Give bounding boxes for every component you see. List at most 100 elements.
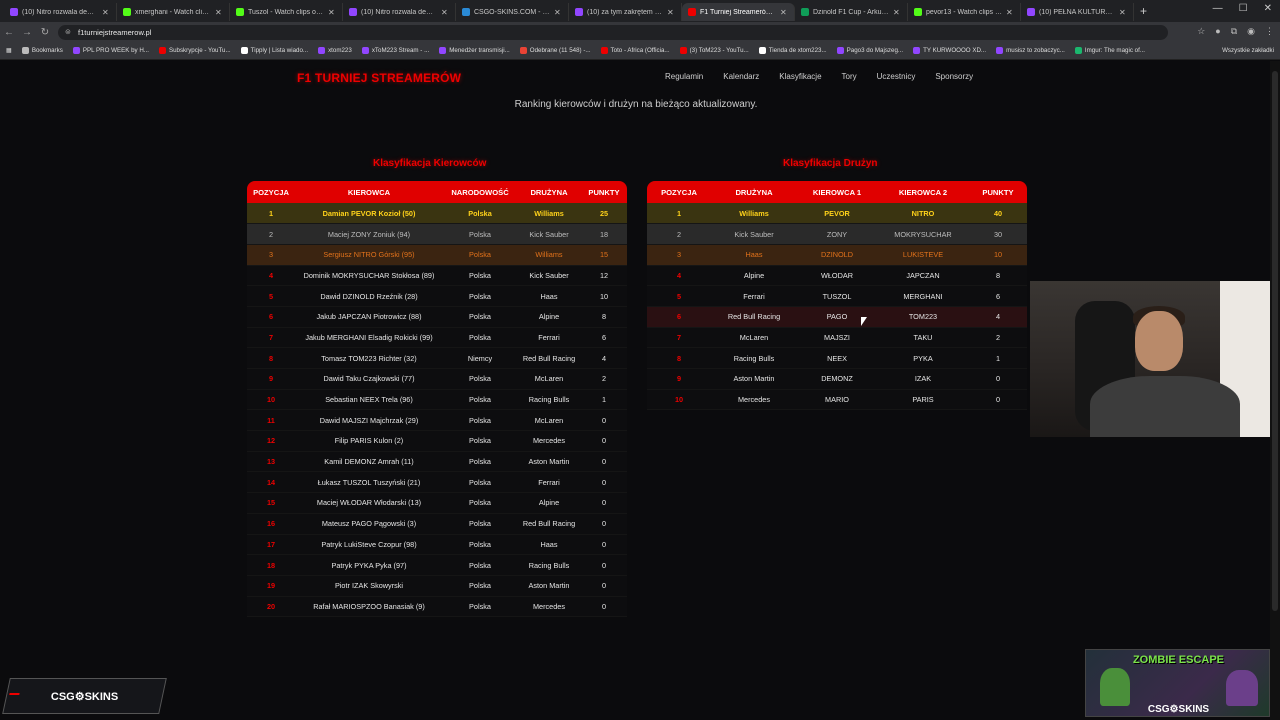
menu-icon[interactable]: ⋮ (1265, 26, 1274, 37)
bookmark-item[interactable]: Odebrane (11 548) -... (519, 47, 591, 54)
bookmark-item[interactable]: Menedżer transmisji... (439, 47, 510, 54)
tab-close-icon[interactable]: ✕ (554, 8, 562, 17)
table-row[interactable]: 3 Sergiusz NITRO Górski (95) Polska William… (247, 244, 627, 266)
back-icon[interactable]: ← (0, 27, 18, 38)
forward-icon[interactable]: → (18, 27, 36, 38)
browser-tab[interactable]: (10) Nitro rozwala demonza ✕ (4, 3, 117, 21)
profile-avatar-icon[interactable]: ◉ (1247, 26, 1255, 37)
close-window-icon[interactable]: ✕ (1264, 3, 1272, 14)
browser-tab[interactable]: CSGO-SKINS.COM - Najlepsz ✕ (456, 3, 569, 21)
tab-close-icon[interactable]: ✕ (1006, 8, 1014, 17)
table-row[interactable]: 13 Kamil DEMONZ Amrah (11) Polska Aston Mar… (247, 451, 627, 473)
column-header[interactable]: NARODOWOŚĆ (443, 181, 517, 203)
sponsor-banner-right[interactable]: ZOMBIE ESCAPE CSG⚙SKINS (1085, 649, 1270, 717)
tab-close-icon[interactable]: ✕ (780, 8, 788, 17)
table-row[interactable]: 16 Mateusz PAGO Pągowski (3) Polska Red Bul… (247, 513, 627, 535)
tab-close-icon[interactable]: ✕ (1119, 8, 1127, 17)
table-row[interactable]: 8 Racing Bulls NEEX PYKA 1 (647, 347, 1027, 369)
scrollbar-thumb[interactable] (1272, 71, 1278, 611)
bookmark-item[interactable]: (3) ToM223 - YouTu... (679, 47, 749, 54)
reload-icon[interactable]: ↻ (36, 27, 54, 38)
nav-link-sponsorzy[interactable]: Sponsorzy (935, 72, 973, 81)
bookmark-item[interactable]: xToM223 Stream - ... (361, 47, 429, 54)
bookmark-item[interactable]: Bookmarks (21, 47, 63, 54)
browser-tab[interactable]: pevor13 - Watch clips on Kick ✕ (908, 3, 1021, 21)
column-header[interactable]: PUNKTY (969, 181, 1027, 203)
table-row[interactable]: 18 Patryk PYKA Pyka (97) Polska Racing Bull… (247, 554, 627, 576)
browser-tab[interactable]: (10) za tym zakrętem xDXDD ✕ (569, 3, 682, 21)
column-header[interactable]: KIEROWCA 2 (877, 181, 969, 203)
page-scrollbar[interactable] (1270, 61, 1280, 720)
table-row[interactable]: 9 Aston Martin DEMONZ IZAK 0 (647, 368, 1027, 390)
bookmark-item[interactable]: Imgur: The magic of... (1074, 47, 1145, 54)
extension-icon[interactable]: ● (1215, 26, 1220, 37)
tab-close-icon[interactable]: ✕ (893, 8, 901, 17)
browser-tab[interactable]: xmerghani - Watch clips on K ✕ (117, 3, 230, 21)
browser-tab[interactable]: Tuszol - Watch clips on Kick ✕ (230, 3, 343, 21)
tab-close-icon[interactable]: ✕ (102, 8, 110, 17)
sponsor-banner-left[interactable]: CSG⚙SKINS (2, 678, 167, 714)
table-row[interactable]: 5 Ferrari TUSZOL MERGHANI 6 (647, 285, 1027, 307)
browser-tab[interactable]: Dzinold F1 Cup - Arkusze Go ✕ (795, 3, 908, 21)
bookmark-item[interactable]: musisz to zobaczyc... (996, 47, 1065, 54)
site-logo[interactable]: F1 TURNIEJ STREAMERÓW (297, 71, 461, 85)
nav-link-klasyfikacje[interactable]: Klasyfikacje (779, 72, 821, 81)
table-row[interactable]: 14 Łukasz TUSZOL Tuszyński (21) Polska Ferr… (247, 471, 627, 494)
nav-link-regulamin[interactable]: Regulamin (665, 72, 703, 81)
extensions-puzzle-icon[interactable]: ⧉ (1231, 26, 1237, 37)
table-row[interactable]: 6 Red Bull Racing PAGO TOM223 4 (647, 306, 1027, 328)
bookmark-item[interactable]: Toto - Africa (Officia... (600, 47, 670, 54)
table-row[interactable]: 12 Filip PARIS Kulon (2) Polska Mercedes 0 (247, 430, 627, 452)
nav-link-uczestnicy[interactable]: Uczestnicy (877, 72, 916, 81)
table-row[interactable]: 11 Dawid MAJSZI Majchrzak (29) Polska McLar… (247, 409, 627, 432)
table-row[interactable]: 7 Jakub MERGHANI Elsadig Rokicki (99) Pols… (247, 327, 627, 349)
bookmark-item[interactable]: Tienda de xtom223... (758, 47, 827, 54)
bookmark-item[interactable]: PPL PRO WEEK by H... (72, 47, 149, 54)
browser-tab[interactable]: (10) PEŁNA KULTURA - Twitch ✕ (1021, 3, 1134, 21)
new-tab-button[interactable]: + (1140, 4, 1147, 18)
column-header[interactable]: KIEROWCA 1 (797, 181, 877, 203)
table-row[interactable]: 2 Maciej ZONY Zoniuk (94) Polska Kick Saube… (247, 223, 627, 245)
table-row[interactable]: 1 Damian PEVOR Kozioł (50) Polska Williams 2… (247, 203, 627, 225)
apps-grid-icon[interactable]: ▦ (6, 47, 12, 54)
bookmark-item[interactable]: Pago3 do Majszeg... (836, 47, 903, 54)
table-row[interactable]: 2 Kick Sauber ZONY MOKRYSUCHAR 30 (647, 223, 1027, 245)
table-row[interactable]: 9 Dawid Taku Czajkowski (77) Polska McLaren… (247, 368, 627, 390)
minimize-icon[interactable]: — (1213, 3, 1223, 14)
table-row[interactable]: 19 Piotr IZAK Skowyrski Polska Aston Martin… (247, 575, 627, 597)
site-info-icon[interactable]: ⊜ (65, 28, 71, 36)
table-row[interactable]: 10 Sebastian NEEX Trela (96) Polska Racing … (247, 389, 627, 411)
tab-close-icon[interactable]: ✕ (441, 8, 449, 17)
bookmark-star-icon[interactable]: ☆ (1197, 26, 1205, 37)
nav-link-tory[interactable]: Tory (842, 72, 857, 81)
table-row[interactable]: 5 Dawid DZINOLD Rzeźnik (28) Polska Haas 10 (247, 285, 627, 307)
table-row[interactable]: 4 Dominik MOKRYSUCHAR Stokłosa (89) Polska… (247, 265, 627, 287)
browser-tab[interactable]: F1 Turniej Streamerów - Wall ✕ (682, 3, 795, 21)
tab-close-icon[interactable]: ✕ (667, 8, 675, 17)
column-header[interactable]: KIEROWCA (295, 181, 443, 203)
bookmark-item[interactable]: xtom223 (318, 47, 352, 54)
table-row[interactable]: 20 Rafał MARIOSPZOO Banasiak (9) Polska Mer… (247, 596, 627, 618)
table-row[interactable]: 17 Patryk LukiSteve Czopur (98) Polska Haas… (247, 534, 627, 556)
table-row[interactable]: 8 Tomasz TOM223 Richter (32) Niemcy Red Bul… (247, 347, 627, 369)
browser-tab[interactable]: (10) Nitro rozwala demonza ✕ (343, 3, 456, 21)
column-header[interactable]: POZYCJA (647, 181, 711, 203)
all-bookmarks-link[interactable]: Wszystkie zakładki (1222, 47, 1274, 54)
table-row[interactable]: 7 McLaren MAJSZI TAKU 2 (647, 327, 1027, 349)
table-row[interactable]: 4 Alpine WŁODAR JAPCZAN 8 (647, 265, 1027, 287)
bookmark-item[interactable]: Subskrypcje - YouTu... (158, 47, 231, 54)
column-header[interactable]: DRUŻYNA (711, 181, 797, 203)
table-row[interactable]: 1 Williams PEVOR NITRO 40 (647, 203, 1027, 225)
maximize-icon[interactable]: ☐ (1239, 3, 1248, 14)
column-header[interactable]: PUNKTY (581, 181, 627, 203)
column-header[interactable]: DRUŻYNA (517, 181, 581, 203)
column-header[interactable]: POZYCJA (247, 181, 295, 203)
table-row[interactable]: 15 Maciej WŁODAR Włodarski (13) Polska Alpi… (247, 492, 627, 514)
url-bar[interactable]: ⊜ f1turniejstreamerow.pl (58, 25, 1168, 40)
table-row[interactable]: 3 Haas DZINOLD LUKISTEVE 10 (647, 244, 1027, 266)
table-row[interactable]: 10 Mercedes MARIO PARIS 0 (647, 389, 1027, 411)
tab-close-icon[interactable]: ✕ (215, 8, 223, 17)
table-row[interactable]: 6 Jakub JAPCZAN Piotrowicz (88) Polska Alpi… (247, 306, 627, 328)
tab-close-icon[interactable]: ✕ (328, 8, 336, 17)
nav-link-kalendarz[interactable]: Kalendarz (723, 72, 759, 81)
